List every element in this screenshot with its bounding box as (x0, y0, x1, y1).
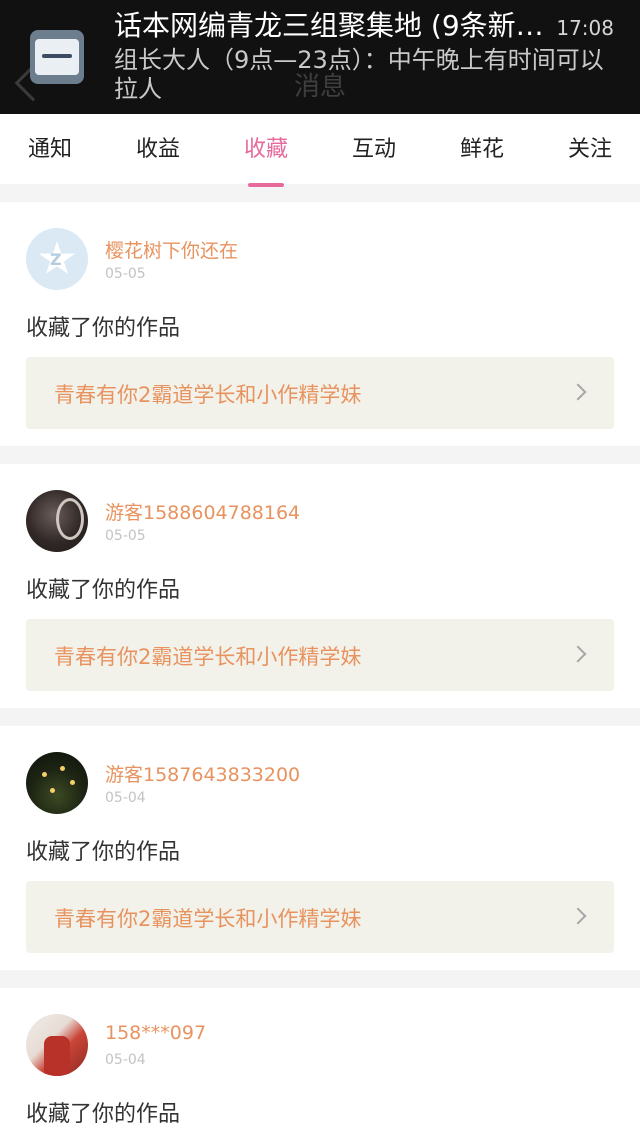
tab-flowers[interactable]: 鲜花 (432, 131, 532, 163)
username[interactable]: 樱花树下你还在 (105, 236, 238, 263)
tab-notice[interactable]: 通知 (0, 131, 100, 163)
avatar[interactable] (26, 1014, 88, 1076)
date: 05-05 (105, 266, 146, 282)
avatar-detail (56, 498, 84, 540)
avatar[interactable] (26, 490, 88, 552)
chevron-right-icon (569, 907, 587, 925)
notification-time: 17:08 (556, 16, 614, 40)
tab-following[interactable]: 关注 (540, 131, 640, 163)
date: 05-04 (105, 790, 146, 806)
app-header: 消息 话本网编青龙三组聚集地 (9条新消息) 17:08 组长大人（9点—23点… (0, 0, 640, 114)
avatar-detail (50, 788, 55, 793)
username[interactable]: 158***097 (105, 1022, 206, 1044)
work-link[interactable]: 青春有你2霸道学长和小作精学妹 (26, 881, 614, 953)
avatar[interactable]: Z (26, 228, 88, 290)
tab-favorites[interactable]: 收藏 (216, 131, 316, 187)
date: 05-04 (105, 1052, 146, 1068)
work-link[interactable]: 青春有你2霸道学长和小作精学妹 (26, 357, 614, 429)
chevron-right-icon (569, 383, 587, 401)
notification-body: 组长大人（9点—23点）：中午晚上有时间可以拉人 (114, 46, 604, 103)
list-item: 158***097 05-04 收藏了你的作品 (0, 988, 640, 1138)
list-item: 游客1587643833200 05-04 收藏了你的作品 青春有你2霸道学长和… (0, 726, 640, 970)
avatar[interactable] (26, 752, 88, 814)
avatar-detail (42, 772, 47, 777)
chevron-right-icon (569, 645, 587, 663)
list-item: 游客1588604788164 05-05 收藏了你的作品 青春有你2霸道学长和… (0, 464, 640, 708)
username[interactable]: 游客1588604788164 (105, 498, 300, 525)
action-text: 收藏了你的作品 (26, 1102, 181, 1127)
tab-bar: 通知 收益 收藏 互动 鲜花 关注 (0, 114, 640, 187)
avatar-detail (60, 766, 65, 771)
date: 05-05 (105, 528, 146, 544)
list-item: Z 樱花树下你还在 05-05 收藏了你的作品 青春有你2霸道学长和小作精学妹 (0, 202, 640, 446)
notification-title: 话本网编青龙三组聚集地 (9条新消息) (114, 9, 544, 42)
action-text: 收藏了你的作品 (26, 316, 181, 341)
tab-earnings[interactable]: 收益 (108, 131, 208, 163)
work-title: 青春有你2霸道学长和小作精学妹 (54, 645, 362, 669)
group-avatar-icon (30, 30, 84, 84)
avatar-detail (70, 780, 75, 785)
tab-favorites-label: 收藏 (243, 137, 288, 162)
avatar-detail (44, 1036, 70, 1076)
active-tab-indicator (248, 183, 284, 187)
action-text: 收藏了你的作品 (26, 578, 181, 603)
work-link[interactable]: 青春有你2霸道学长和小作精学妹 (26, 619, 614, 691)
tab-interactions[interactable]: 互动 (324, 131, 424, 163)
work-title: 青春有你2霸道学长和小作精学妹 (54, 907, 362, 931)
work-title: 青春有你2霸道学长和小作精学妹 (54, 383, 362, 407)
username[interactable]: 游客1587643833200 (105, 760, 300, 787)
action-text: 收藏了你的作品 (26, 840, 181, 865)
avatar-letter: Z (50, 250, 62, 269)
